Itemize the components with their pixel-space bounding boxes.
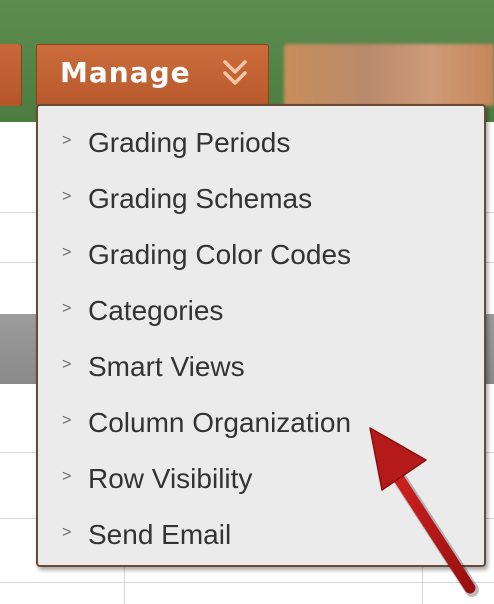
menu-item-label: Smart Views [88,351,245,382]
menu-item-column-organization[interactable]: > Column Organization [38,394,484,450]
chevron-right-icon: > [62,412,72,429]
menu-item-label: Column Organization [88,407,352,438]
chevron-right-icon: > [62,244,72,261]
chevron-right-icon: > [62,524,72,541]
menu-item-label: Send Email [88,519,232,550]
manage-dropdown-menu: > Grading Periods > Grading Schemas > Gr… [36,104,486,567]
grid-line [0,582,494,583]
chevron-right-icon: > [62,356,72,373]
chevron-right-icon: > [62,188,72,205]
double-chevron-down-icon [223,60,247,85]
manage-tab[interactable]: Manage [36,44,269,106]
menu-item-row-visibility[interactable]: > Row Visibility [38,450,484,506]
menu-item-label: Grading Schemas [88,183,313,214]
menu-item-label: Row Visibility [88,463,253,494]
menu-item-send-email[interactable]: > Send Email [38,506,484,562]
chevron-right-icon: > [62,300,72,317]
menu-item-label: Grading Color Codes [88,239,352,270]
menu-item-grading-schemas[interactable]: > Grading Schemas [38,170,484,226]
previous-tab[interactable] [0,44,22,106]
chevron-right-icon: > [62,132,72,149]
menu-item-grading-periods[interactable]: > Grading Periods [38,114,484,170]
chevron-right-icon: > [62,468,72,485]
menu-item-categories[interactable]: > Categories [38,282,484,338]
menu-item-label: Categories [88,295,224,326]
manage-tab-label: Manage [60,56,191,89]
menu-item-smart-views[interactable]: > Smart Views [38,338,484,394]
blurred-tab[interactable] [284,44,494,106]
menu-item-label: Grading Periods [88,127,291,158]
menu-item-grading-color-codes[interactable]: > Grading Color Codes [38,226,484,282]
